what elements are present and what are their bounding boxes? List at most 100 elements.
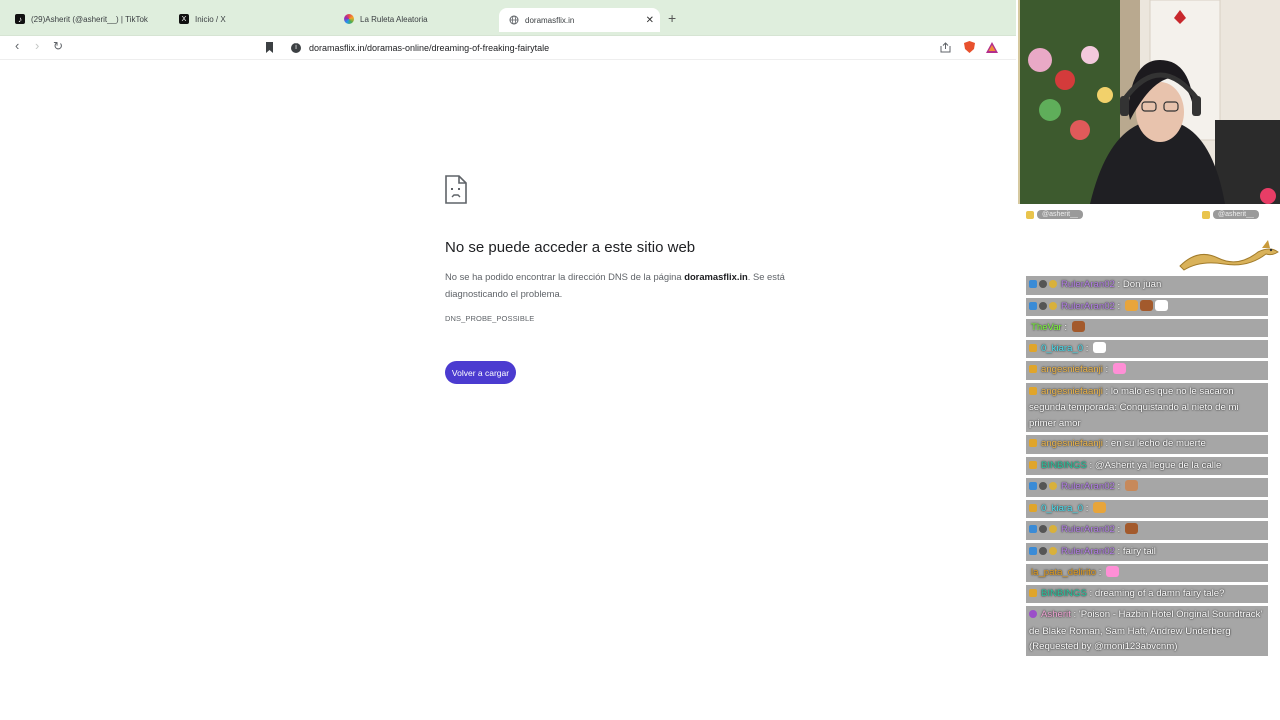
back-icon[interactable]: ‹ — [15, 38, 19, 53]
coin-badge-icon — [1049, 280, 1057, 288]
chat-separator: : — [1114, 524, 1123, 535]
chat-badges — [1029, 523, 1059, 539]
close-tab-icon[interactable]: ✕ — [646, 15, 654, 26]
reload-button[interactable]: Volver a cargar — [445, 361, 516, 384]
chat-separator: : — [1061, 322, 1070, 333]
chat-badges — [1029, 608, 1039, 624]
chat-text: fairy tail — [1122, 545, 1156, 557]
crown-badge-icon — [1029, 439, 1037, 447]
chat-message: RulerAran02 : — [1026, 521, 1268, 540]
new-tab-button[interactable]: + — [668, 10, 676, 26]
tab-bar: ♪ (29)Asherit (@asherit__) | TikTok X In… — [0, 0, 1016, 36]
instagram-icon — [1026, 211, 1034, 219]
toolbar: ‹ › ↻ i doramasflix.in/doramas-online/dr… — [0, 36, 1016, 60]
emote-icon — [1139, 299, 1153, 311]
tab-ruleta[interactable]: La Ruleta Aleatoria — [344, 8, 428, 30]
gray-badge-icon — [1039, 280, 1047, 288]
chat-badges — [1029, 545, 1059, 561]
url-text[interactable]: doramasflix.in/doramas-online/dreaming-o… — [309, 43, 549, 53]
crown-badge-icon — [1029, 503, 1037, 512]
chat-message: BINBINGS : @Asherit ya llegue de la call… — [1026, 456, 1268, 475]
chat-message: 0_kiara_0 : — [1026, 339, 1268, 358]
chat-message: RulerAran02 : Don juan — [1026, 276, 1268, 295]
chat-username: 0_kiara_0 — [1041, 342, 1084, 354]
chat-box: RulerAran02 : Don juan RulerAran02 : TheV… — [1026, 276, 1268, 659]
handle-left: @asherit__ — [1037, 210, 1083, 219]
twitter-icon — [1202, 211, 1210, 219]
chat-username: BINBINGS — [1041, 587, 1087, 599]
globe-icon — [509, 15, 519, 25]
chat-message: TheVar : — [1026, 319, 1268, 337]
chat-message: RulerAran02 : fairy tail — [1026, 542, 1268, 561]
emote-icon — [1124, 299, 1138, 311]
emote-icon — [1093, 341, 1107, 353]
blue-badge-icon — [1029, 301, 1037, 310]
coin-badge-icon — [1049, 482, 1057, 490]
tab-x[interactable]: X Inicio / X — [179, 8, 226, 30]
emote-icon — [1124, 480, 1138, 491]
purple-badge-icon — [1029, 610, 1037, 618]
emote-icon — [1106, 566, 1120, 577]
chat-username: angesniefaanji — [1041, 438, 1103, 449]
handle-right: @asherit__ — [1213, 210, 1259, 219]
stream-overlay: @asherit__ @asherit__ RulerAran02 : Don … — [1016, 0, 1280, 720]
chat-username: RulerAran02 — [1061, 545, 1115, 557]
blue-badge-icon — [1029, 280, 1037, 288]
crown-badge-icon — [1029, 365, 1037, 373]
dragon-decoration — [1179, 240, 1279, 271]
chat-username: angesniefaanji — [1041, 385, 1103, 397]
coin-badge-icon — [1049, 525, 1057, 533]
chat-username: BINBINGS — [1041, 459, 1087, 471]
tiktok-icon: ♪ — [15, 14, 25, 24]
tab-doramasflix[interactable]: doramasflix.in ✕ — [499, 8, 660, 32]
browser-window: ♪ (29)Asherit (@asherit__) | TikTok X In… — [0, 0, 1016, 720]
bookmark-icon[interactable] — [262, 40, 276, 54]
tab-title: La Ruleta Aleatoria — [360, 14, 428, 24]
chat-badges — [1029, 385, 1039, 401]
chat-badges — [1029, 480, 1059, 496]
chat-separator: : — [1086, 587, 1095, 599]
share-icon[interactable] — [938, 40, 952, 54]
chat-message: la_pata_delirito : — [1026, 564, 1268, 582]
emote-icon — [1124, 523, 1138, 534]
chat-message: angesniefaanji : en su lecho de muerte — [1026, 435, 1268, 454]
chat-separator: : — [1102, 438, 1111, 449]
tab-title: Inicio / X — [195, 14, 226, 24]
emote-icon — [1093, 501, 1107, 513]
chat-message: RulerAran02 : — [1026, 297, 1268, 316]
crown-badge-icon — [1029, 460, 1037, 469]
site-info-icon[interactable]: i — [291, 42, 301, 53]
gray-badge-icon — [1039, 301, 1047, 310]
chat-username: TheVar — [1031, 322, 1062, 333]
chat-badges — [1029, 300, 1059, 316]
desc-domain: doramasflix.in — [684, 271, 748, 282]
tab-title: (29)Asherit (@asherit__) | TikTok — [31, 14, 148, 24]
tab-tiktok[interactable]: ♪ (29)Asherit (@asherit__) | TikTok — [15, 8, 148, 30]
emote-icon — [1112, 363, 1126, 374]
desc-text: No se ha podido encontrar la dirección D… — [445, 271, 685, 282]
crown-badge-icon — [1029, 386, 1037, 395]
chat-message: RulerAran02 : — [1026, 478, 1268, 497]
chat-text: dreaming of a damn fairy tale? — [1094, 587, 1225, 599]
emote-icon — [1154, 299, 1168, 311]
emote-icon — [1071, 321, 1085, 332]
reload-icon[interactable]: ↻ — [53, 39, 63, 53]
chat-username: RulerAran02 — [1061, 300, 1115, 312]
chat-separator: : — [1102, 364, 1111, 375]
chat-badges — [1029, 342, 1039, 358]
chat-text: Don juan — [1122, 279, 1162, 290]
brave-rewards-icon[interactable] — [985, 40, 999, 54]
gray-badge-icon — [1039, 546, 1047, 555]
chat-separator: : — [1086, 459, 1095, 471]
forward-icon[interactable]: › — [35, 38, 39, 53]
address-bar[interactable]: i doramasflix.in/doramas-online/dreaming… — [284, 37, 1004, 58]
blue-badge-icon — [1029, 546, 1037, 555]
chat-separator: : — [1114, 545, 1123, 557]
chat-message: angesniefaanji : — [1026, 361, 1268, 380]
roulette-icon — [344, 14, 354, 24]
chat-badges — [1029, 587, 1039, 603]
chat-separator: : — [1083, 502, 1092, 514]
chat-message: 0_kiara_0 : — [1026, 499, 1268, 518]
brave-shield-icon[interactable] — [962, 40, 976, 54]
chat-username: RulerAran02 — [1061, 279, 1115, 290]
